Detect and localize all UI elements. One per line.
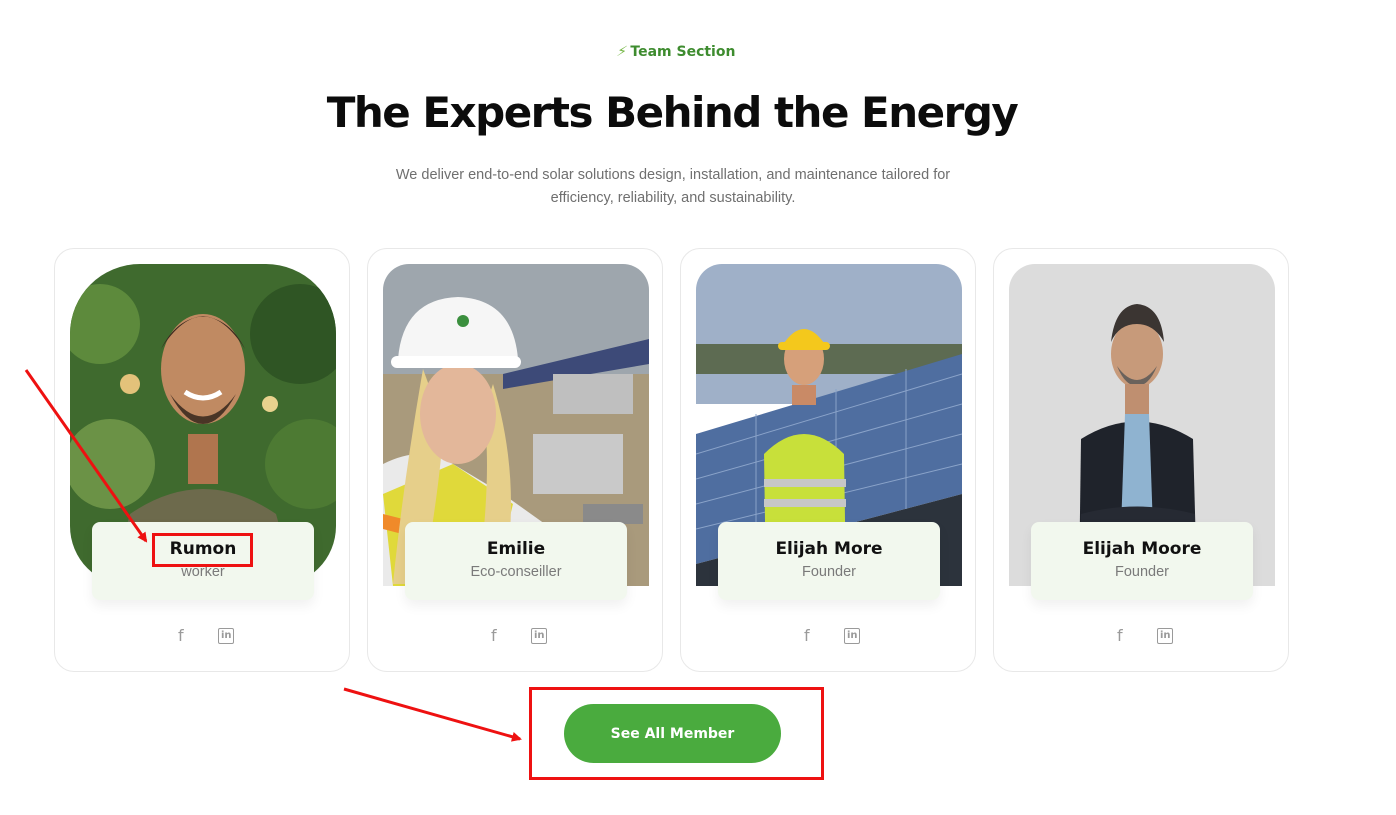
annotation-arrows [24, 369, 522, 742]
annotation-arrow [343, 687, 522, 742]
annotation-arrow [24, 369, 148, 543]
team-section: ⚡ Team Section The Experts Behind the Ene… [0, 0, 1396, 815]
